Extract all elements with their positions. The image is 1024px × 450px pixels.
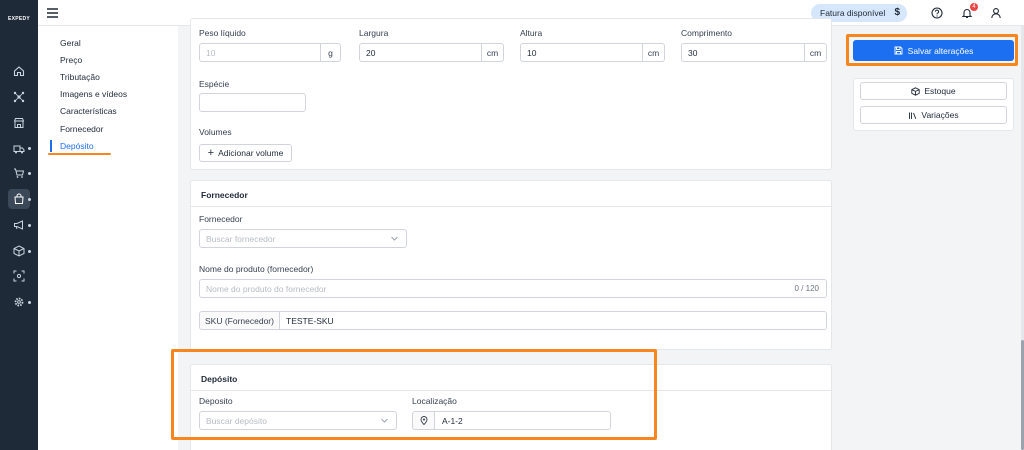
shopping-bag-icon	[14, 193, 24, 204]
altura-value: 10	[527, 47, 537, 58]
scan-icon	[13, 270, 25, 282]
side-actions-card: Estoque Variações	[853, 78, 1014, 131]
nav-item-preco[interactable]: Preço	[60, 55, 82, 65]
estoque-label: Estoque	[924, 86, 956, 96]
truck-icon	[13, 145, 25, 154]
peso-unit: g	[320, 44, 340, 61]
fornecedor-title: Fornecedor	[191, 181, 831, 207]
fornecedor-select[interactable]: Buscar fornecedor	[199, 229, 407, 248]
comprimento-unit: cm	[804, 44, 826, 61]
rail-inventory[interactable]	[8, 241, 30, 261]
rail-shipping[interactable]	[8, 139, 30, 159]
largura-label: Largura	[359, 28, 389, 38]
gear-icon	[14, 297, 24, 307]
rail-scan[interactable]	[8, 266, 30, 286]
rail-dot	[28, 172, 31, 175]
fatura-label: Fatura disponível	[820, 8, 886, 18]
nav-item-caracteristicas[interactable]: Características	[60, 106, 117, 116]
chevron-down-icon	[391, 236, 398, 241]
active-underline-highlight	[48, 153, 111, 155]
sku-addon: SKU (Fornecedor)	[200, 312, 280, 329]
megaphone-icon	[14, 220, 23, 230]
altura-unit: cm	[642, 44, 664, 61]
rail-cart[interactable]	[8, 163, 30, 183]
estoque-button[interactable]: Estoque	[860, 82, 1007, 100]
altura-input[interactable]: 10 cm	[520, 43, 665, 62]
box-icon	[13, 245, 25, 257]
altura-label: Altura	[520, 28, 543, 38]
rail-dot	[28, 250, 31, 253]
store-icon	[13, 118, 25, 128]
save-button[interactable]: Salvar alterações	[853, 40, 1014, 61]
comprimento-label: Comprimento	[681, 28, 733, 38]
help-button[interactable]	[930, 6, 944, 20]
variacoes-button[interactable]: Variações	[860, 106, 1007, 124]
comprimento-input[interactable]: 30 cm	[681, 43, 827, 62]
deposito-highlight-box	[171, 349, 657, 440]
nome-produto-placeholder: Nome do produto do fornecedor	[206, 283, 327, 294]
volumes-label: Volumes	[199, 127, 232, 137]
rail-dot	[28, 301, 31, 304]
rail-store[interactable]	[8, 113, 30, 133]
especie-input[interactable]	[199, 93, 306, 112]
especie-label: Espécie	[199, 79, 230, 89]
hamburger-menu-icon[interactable]	[46, 7, 59, 19]
add-volume-label: Adicionar volume	[218, 148, 284, 158]
nav-item-imagens[interactable]: Imagens e vídeos	[60, 89, 127, 99]
home-icon	[13, 66, 25, 77]
sku-value: TESTE-SKU	[286, 315, 334, 326]
app-rail: EXPEDY	[0, 0, 38, 450]
variacoes-label: Variações	[921, 110, 959, 120]
dollar-icon: $	[894, 7, 900, 18]
nome-produto-label: Nome do produto (fornecedor)	[199, 264, 314, 274]
rail-home[interactable]	[8, 61, 30, 81]
rail-products[interactable]	[8, 189, 30, 209]
user-button[interactable]	[989, 6, 1003, 20]
peso-input[interactable]: 10 g	[199, 43, 341, 62]
bars-icon	[909, 112, 917, 119]
nav-item-tributacao[interactable]: Tributação	[60, 72, 100, 82]
largura-unit: cm	[481, 44, 503, 61]
notification-count-badge: 4	[970, 3, 978, 11]
fornecedor-label: Fornecedor	[199, 214, 243, 224]
save-label: Salvar alterações	[907, 45, 974, 56]
largura-input[interactable]: 20 cm	[359, 43, 504, 62]
box-icon	[911, 86, 921, 96]
rail-dot	[28, 224, 31, 227]
rail-dot	[28, 147, 31, 150]
cart-icon	[14, 168, 25, 178]
nav-item-geral[interactable]: Geral	[60, 38, 81, 48]
rail-marketing[interactable]	[8, 215, 30, 235]
network-icon	[13, 91, 25, 103]
add-volume-button[interactable]: + Adicionar volume	[199, 144, 292, 162]
plus-icon: +	[207, 147, 215, 159]
char-counter: 0 / 120	[794, 284, 819, 293]
nav-item-fornecedor[interactable]: Fornecedor	[60, 124, 103, 134]
help-icon	[931, 7, 943, 19]
sku-input[interactable]: SKU (Fornecedor) TESTE-SKU	[199, 311, 827, 330]
peso-placeholder: 10	[206, 47, 216, 58]
rail-network[interactable]	[8, 87, 30, 107]
nome-produto-input[interactable]: Nome do produto do fornecedor 0 / 120	[199, 279, 827, 298]
comprimento-value: 30	[688, 47, 698, 58]
peso-label: Peso líquido	[199, 28, 246, 38]
save-icon	[894, 46, 903, 55]
fornecedor-card: Fornecedor Fornecedor Buscar fornecedor …	[190, 180, 832, 350]
rail-dot	[28, 198, 31, 201]
nav-item-deposito[interactable]: Depósito	[60, 141, 94, 151]
largura-value: 20	[366, 47, 376, 58]
section-nav: Geral Preço Tributação Imagens e vídeos …	[38, 26, 178, 450]
rail-settings[interactable]	[8, 292, 30, 312]
user-icon	[991, 8, 1001, 19]
fornecedor-placeholder: Buscar fornecedor	[206, 233, 276, 244]
notifications-button[interactable]: 4	[960, 3, 978, 20]
active-indicator	[50, 140, 52, 152]
dimensions-card: Peso líquido 10 g Largura 20 cm Altura 1…	[190, 18, 832, 170]
brand-logo: EXPEDY	[7, 16, 31, 22]
